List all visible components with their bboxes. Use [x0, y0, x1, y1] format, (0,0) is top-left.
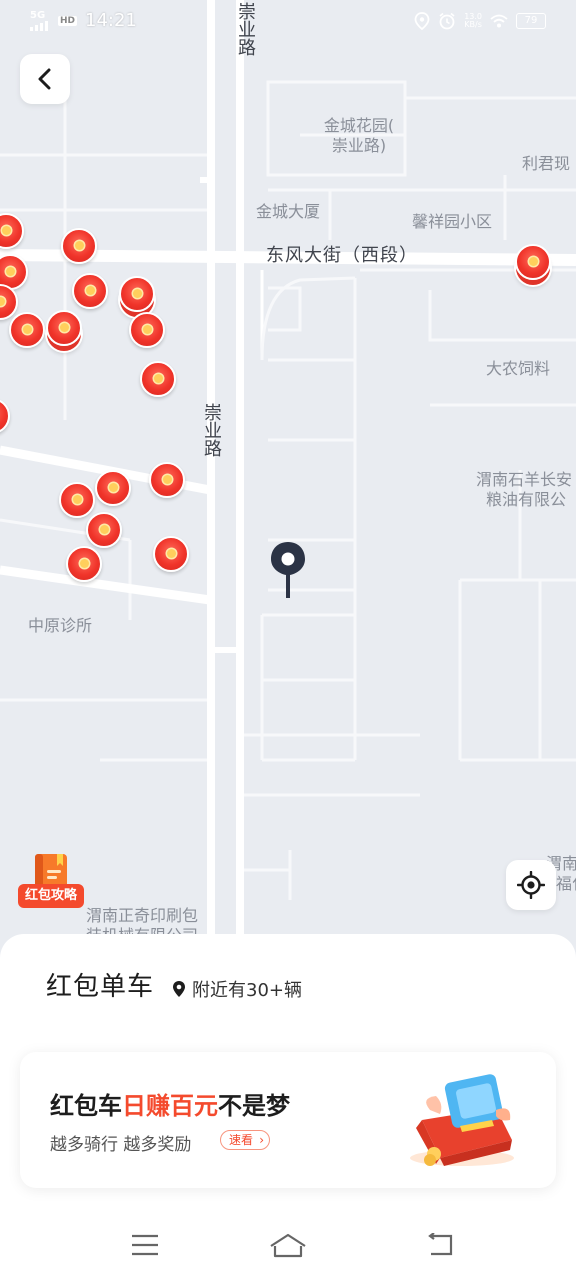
- bike-marker[interactable]: [95, 470, 131, 506]
- bike-marker-cluster[interactable]: [515, 244, 551, 280]
- status-time: 14:21: [85, 10, 137, 31]
- signal-icon: [30, 20, 48, 31]
- poi-label-danong: 大农饲料: [486, 359, 551, 378]
- poi-label-right-small: 福化: [556, 874, 576, 893]
- promo-subtitle: 越多骑行 越多奖励: [50, 1135, 192, 1155]
- bike-marker-cluster[interactable]: [119, 276, 155, 312]
- bike-marker[interactable]: [59, 482, 95, 518]
- gift-box-illustration: [400, 1070, 530, 1170]
- map-view[interactable]: 崇业路 崇业路 金城花园( 崇业路) 利君现 金城大厦 馨祥园小区 东风大街（西…: [0, 0, 576, 960]
- home-icon: [270, 1233, 306, 1258]
- sheet-title: 红包单车: [46, 966, 155, 1003]
- network-type: 5G: [30, 9, 46, 21]
- promo-title: 红包车日赚百元不是梦: [50, 1092, 290, 1120]
- road-label-chongye-mid: 崇业路: [201, 403, 222, 457]
- bike-marker-cluster[interactable]: [46, 310, 82, 346]
- road-label-dongfeng: 东风大街（西段）: [266, 245, 418, 266]
- status-bar: 5G HD 14:21 13.0 KB/s 79: [0, 0, 576, 44]
- bike-marker[interactable]: [140, 361, 176, 397]
- locate-me-button[interactable]: [506, 860, 556, 910]
- bike-marker[interactable]: [61, 228, 97, 264]
- back-arrow-icon: [428, 1233, 453, 1256]
- back-nav-button[interactable]: [420, 1230, 460, 1260]
- bike-marker[interactable]: [9, 312, 45, 348]
- alarm-icon: [439, 12, 455, 30]
- crosshair-icon: [517, 871, 545, 899]
- nearby-text: 附近有30+辆: [192, 980, 302, 1001]
- home-nav-button[interactable]: [268, 1230, 308, 1260]
- current-location-pin-icon: [269, 540, 307, 602]
- location-icon: [414, 12, 430, 30]
- poi-label-jincheng-building: 金城大厦: [256, 202, 321, 221]
- wifi-icon: [490, 14, 508, 28]
- net-speed: 13.0 KB/s: [464, 12, 482, 29]
- chevron-right-icon: ›: [259, 1133, 265, 1147]
- bike-marker[interactable]: [129, 312, 165, 348]
- bike-marker[interactable]: [86, 512, 122, 548]
- bike-marker[interactable]: [153, 536, 189, 572]
- bike-marker[interactable]: [72, 273, 108, 309]
- poi-label-shiyang-2: 粮油有限公: [486, 490, 567, 509]
- menu-icon: [132, 1234, 158, 1256]
- battery-icon: 79: [516, 13, 546, 29]
- red-packet-guide-button[interactable]: 红包攻略: [18, 852, 84, 912]
- bike-marker[interactable]: [149, 462, 185, 498]
- poi-label-shiyang-1: 渭南石羊长安: [476, 470, 573, 489]
- map-pin-icon: [173, 981, 185, 997]
- view-now-link[interactable]: 速看 ›: [220, 1130, 271, 1150]
- promo-card[interactable]: 红包车日赚百元不是梦 越多骑行 越多奖励 速看 ›: [20, 1052, 556, 1188]
- bike-marker[interactable]: [66, 546, 102, 582]
- chevron-left-icon: [38, 68, 51, 90]
- menu-nav-button[interactable]: [125, 1230, 165, 1260]
- poi-label-xinxiangyuan: 馨祥园小区: [412, 212, 493, 231]
- system-nav-bar: [0, 1214, 576, 1280]
- nearby-count: 附近有30+辆: [172, 976, 302, 1002]
- poi-label-lijun: 利君现: [522, 154, 571, 173]
- poi-label-jincheng-garden: 金城花园( 崇业路): [323, 116, 395, 155]
- guide-label: 红包攻略: [18, 884, 84, 908]
- poi-label-zhongyuan-clinic: 中原诊所: [28, 616, 93, 635]
- poi-label-zhengqi-1: 渭南正奇印刷包: [86, 906, 199, 925]
- hd-badge: HD: [58, 15, 78, 26]
- back-button[interactable]: [20, 54, 70, 104]
